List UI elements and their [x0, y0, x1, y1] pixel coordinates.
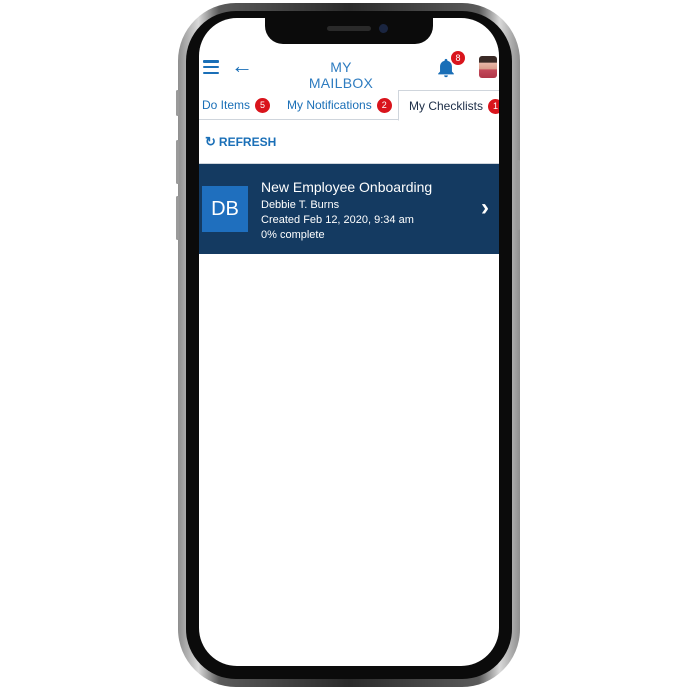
chevron-right-icon[interactable]: › [481, 194, 489, 222]
tab-label: Do Items [202, 98, 251, 112]
tab-do-items[interactable]: Do Items 5 [202, 90, 271, 120]
checklist-created-date: Created Feb 12, 2020, 9:34 am [261, 214, 414, 226]
tab-count-badge: 5 [255, 98, 271, 113]
phone-notch [265, 18, 433, 44]
tab-label: My Notifications [287, 98, 372, 112]
app-header: ← MY MAILBOX 8 [199, 48, 499, 91]
phone-volume-up-button [176, 140, 179, 184]
notification-count-badge: 8 [451, 51, 465, 65]
phone-side-button [176, 90, 179, 116]
owner-initials-avatar: DB [202, 186, 248, 232]
tab-my-notifications[interactable]: My Notifications 2 [287, 90, 392, 120]
tab-count-badge: 1 [488, 99, 499, 114]
front-camera [379, 24, 388, 33]
tab-label: My Checklists [409, 99, 484, 113]
speaker-grille [327, 26, 371, 31]
phone-screen: ← MY MAILBOX 8 Do Items 5 My Notification… [199, 18, 499, 666]
checklist-title: New Employee Onboarding [261, 179, 433, 195]
tab-count-badge: 2 [376, 98, 392, 113]
hamburger-icon[interactable] [203, 60, 219, 74]
checklist-item[interactable]: DB New Employee Onboarding Debbie T. Bur… [199, 164, 499, 254]
phone-volume-down-button [176, 196, 179, 240]
tab-bar: Do Items 5 My Notifications 2 My Checklist… [199, 90, 499, 121]
tab-my-checklists[interactable]: My Checklists 1 [398, 90, 499, 121]
refresh-icon: ↻ [205, 134, 216, 149]
page-title: MY MAILBOX [308, 59, 374, 91]
user-avatar[interactable] [479, 56, 497, 78]
refresh-label: REFRESH [218, 135, 277, 149]
checklist-owner: Debbie T. Burns [261, 199, 340, 211]
refresh-button[interactable]: ↻ REFRESH [205, 134, 276, 150]
phone-power-button [517, 160, 520, 230]
arrow-left-icon[interactable]: ← [231, 53, 253, 79]
checklist-progress: 0% complete [261, 229, 325, 241]
